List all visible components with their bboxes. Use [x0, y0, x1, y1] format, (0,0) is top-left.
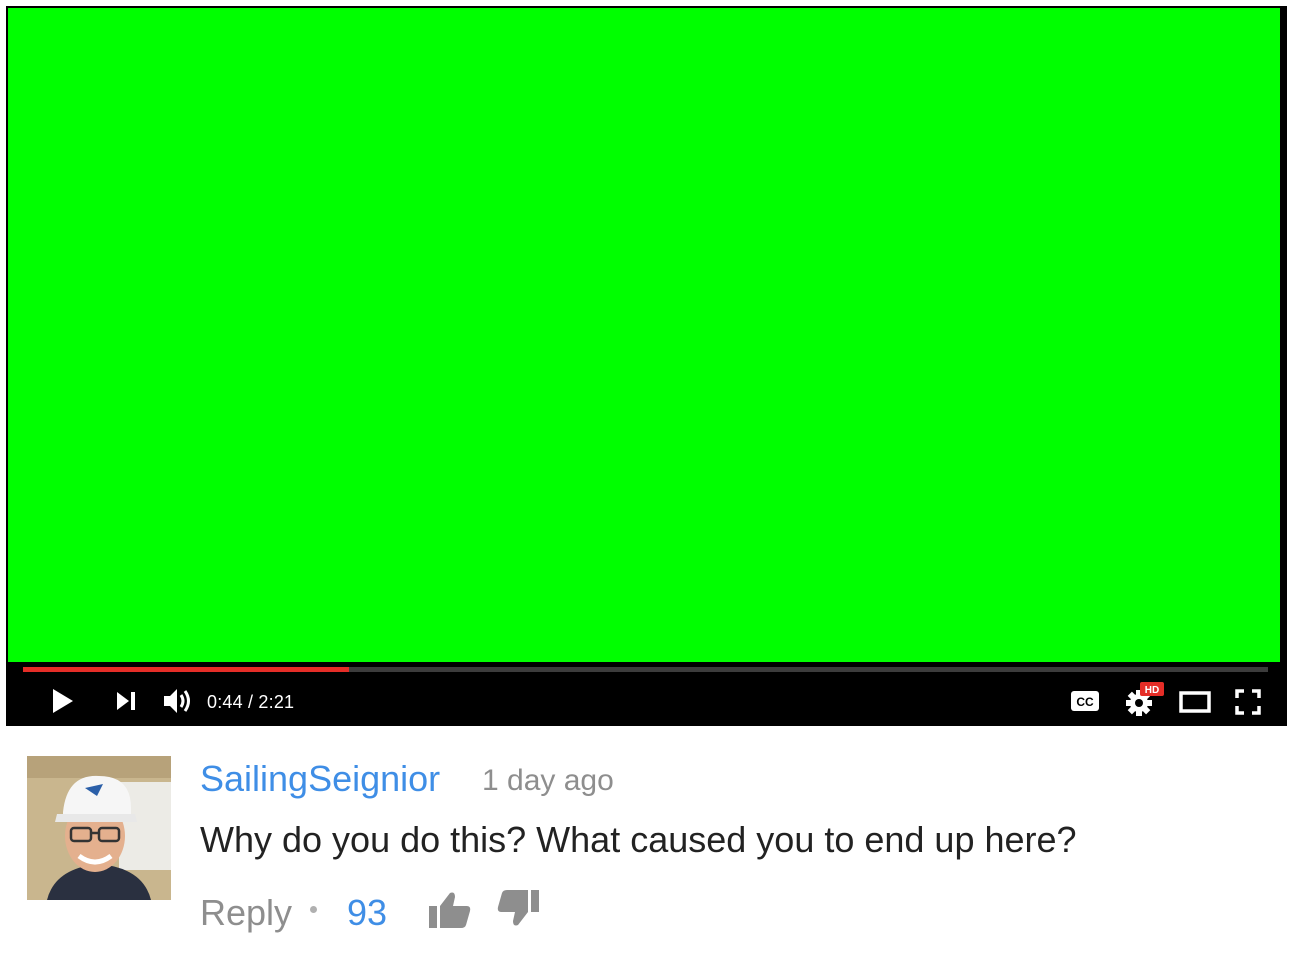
play-icon[interactable]: [50, 686, 76, 716]
player-controls: 0:44 / 2:21 CC HD: [6, 678, 1287, 724]
svg-text:HD: HD: [1145, 685, 1159, 696]
settings-button[interactable]: HD: [1124, 682, 1166, 718]
avatar[interactable]: [27, 756, 171, 900]
progress-bar[interactable]: [23, 667, 1268, 672]
video-player[interactable]: 0:44 / 2:21 CC HD: [6, 6, 1287, 726]
thumbs-down-icon[interactable]: [496, 888, 540, 928]
comment-text: Why do you do this? What caused you to e…: [200, 819, 1077, 860]
next-icon[interactable]: [114, 686, 140, 716]
user-avatar: [27, 756, 171, 900]
reply-button[interactable]: Reply: [200, 892, 292, 934]
captions-label: CC: [1076, 695, 1094, 709]
progress-played: [23, 667, 350, 672]
separator-dot: [310, 906, 317, 913]
comment-author[interactable]: SailingSeignior: [200, 758, 440, 800]
comment-timestamp[interactable]: 1 day ago: [482, 764, 614, 798]
volume-icon[interactable]: [162, 686, 196, 716]
thumbs-up-icon[interactable]: [428, 890, 472, 930]
hd-badge: HD: [1140, 682, 1164, 696]
comment: SailingSeignior 1 day ago Why do you do …: [0, 740, 1290, 960]
fullscreen-icon[interactable]: [1234, 688, 1262, 716]
captions-icon[interactable]: CC: [1070, 690, 1100, 712]
theater-mode-icon[interactable]: [1179, 691, 1211, 713]
video-screen[interactable]: [8, 8, 1280, 662]
like-count: 93: [347, 892, 388, 933]
time-display: 0:44 / 2:21: [207, 692, 295, 712]
